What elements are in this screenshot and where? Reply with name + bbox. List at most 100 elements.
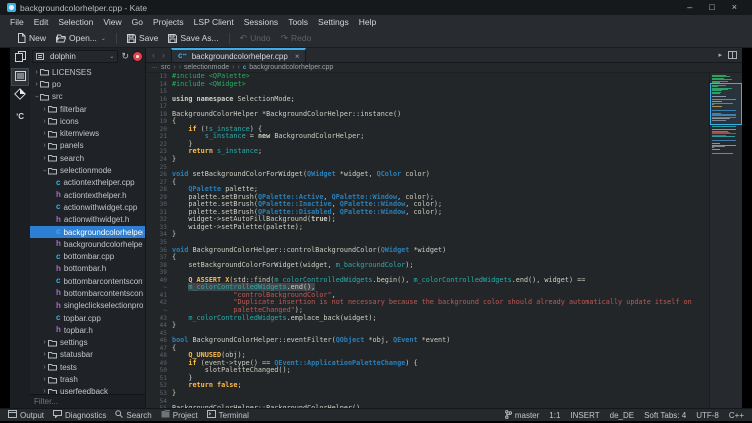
tree-item-selectionmode[interactable]: ›selectionmode (30, 164, 145, 176)
tree-item-bottombar-cpp[interactable]: cbottombar.cpp (30, 250, 145, 262)
tree-item-actiontexthelper-cpp[interactable]: cactiontexthelper.cpp (30, 177, 145, 189)
tree-item-settings[interactable]: ›settings (30, 337, 145, 349)
menu-lsp-client[interactable]: LSP Client (189, 17, 239, 27)
chevron-collapsed-icon[interactable]: › (41, 106, 48, 113)
tree-item-kitemviews[interactable]: ›kitemviews (30, 127, 145, 139)
tree-item-label: LICENSES (52, 68, 92, 77)
chevron-collapsed-icon[interactable]: › (33, 69, 40, 76)
minimap-viewport[interactable] (710, 83, 742, 125)
tree-item-tests[interactable]: ›tests (30, 361, 145, 373)
dock-button-filesystem[interactable] (12, 69, 28, 85)
menu-projects[interactable]: Projects (148, 17, 189, 27)
line-number: 44 (146, 322, 172, 330)
minimize-button[interactable]: – (687, 3, 692, 12)
tree-item-search[interactable]: ›search (30, 152, 145, 164)
stop-button[interactable] (132, 51, 143, 62)
filter-input[interactable] (30, 397, 145, 406)
tree-item-label: panels (60, 141, 84, 150)
chevron-collapsed-icon[interactable]: › (41, 155, 48, 162)
tree-item-backgroundcolorhelper-c[interactable]: cbackgroundcolorhelper.c... (30, 226, 145, 238)
tree-item-bottombarcontentscont[interactable]: cbottombarcontentscont... (30, 275, 145, 287)
breadcrumb-item-src[interactable]: src (161, 64, 170, 71)
breadcrumb-item-selectionmode[interactable]: selectionmode (184, 64, 229, 71)
tree-item-src[interactable]: ›src (30, 91, 145, 103)
chevron-collapsed-icon[interactable]: › (41, 142, 48, 149)
tree-item-bottombarcontentscont[interactable]: hbottombarcontentscont... (30, 287, 145, 299)
menu-selection[interactable]: Selection (53, 17, 98, 27)
dock-button-symbols[interactable]: ʼC (12, 107, 28, 123)
project-combobox[interactable]: dolphin ⌄ (32, 50, 118, 63)
breadcrumb-overflow-icon[interactable]: ⋯ (151, 64, 158, 72)
status-de-de[interactable]: de_DE (610, 411, 634, 420)
reload-project-button[interactable]: ↻ (121, 52, 129, 61)
tree-item-topbar-h[interactable]: htopbar.h (30, 324, 145, 336)
chevron-expanded-icon[interactable]: › (41, 167, 48, 174)
statusbar-output-button[interactable]: Output (8, 410, 44, 420)
tree-item-po[interactable]: ›po (30, 78, 145, 90)
tree-item-topbar-cpp[interactable]: ctopbar.cpp (30, 312, 145, 324)
chevron-collapsed-icon[interactable]: › (41, 376, 48, 383)
tree-item-licenses[interactable]: › LICENSES (30, 66, 145, 78)
new-document-icon (17, 33, 26, 43)
menu-file[interactable]: File (5, 17, 29, 27)
chevron-collapsed-icon[interactable]: › (41, 118, 48, 125)
tree-item-icons[interactable]: ›icons (30, 115, 145, 127)
tree-item-actiontexthelper-h[interactable]: hactiontexthelper.h (30, 189, 145, 201)
tree-item-userfeedback[interactable]: ›userfeedback (30, 386, 145, 394)
menu-view[interactable]: View (98, 17, 126, 27)
code-line: 23 return s_instance; (146, 148, 709, 156)
dock-button-projects[interactable] (12, 88, 28, 104)
menu-sessions[interactable]: Sessions (239, 17, 284, 27)
menu-edit[interactable]: Edit (29, 17, 54, 27)
menu-tools[interactable]: Tools (283, 17, 313, 27)
maximize-button[interactable]: □ (709, 3, 714, 12)
code-editor[interactable]: 13#include <QPalette>14#include <QWidget… (146, 73, 709, 408)
tree-item-actionwithwidget-cpp[interactable]: cactionwithwidget.cpp (30, 201, 145, 213)
statusbar-diagnostics-button[interactable]: Diagnostics (53, 410, 106, 420)
tree-item-singleclickselectionproxy[interactable]: hsingleclickselectionproxy... (30, 300, 145, 312)
menu-settings[interactable]: Settings (313, 17, 354, 27)
status-soft-tabs-4[interactable]: Soft Tabs: 4 (644, 411, 686, 420)
tree-item-bottombar-h[interactable]: hbottombar.h (30, 263, 145, 275)
tab-close-icon[interactable]: × (295, 52, 300, 61)
document-list-icon[interactable]: ▸ (718, 51, 722, 59)
chevron-collapsed-icon[interactable]: › (33, 81, 40, 88)
menu-help[interactable]: Help (354, 17, 381, 27)
nav-back-icon[interactable]: ‹ (152, 50, 155, 60)
status-utf-8[interactable]: UTF-8 (696, 411, 719, 420)
tree-item-statusbar[interactable]: ›statusbar (30, 349, 145, 361)
chevron-collapsed-icon[interactable]: › (41, 351, 48, 358)
save-button[interactable]: Save (122, 32, 163, 44)
cpp-file-icon: c⁺⁺ (178, 52, 186, 60)
menu-go[interactable]: Go (127, 17, 148, 27)
dock-button-documents[interactable] (12, 50, 28, 66)
tree-item-filterbar[interactable]: ›filterbar (30, 103, 145, 115)
tree-item-panels[interactable]: › panels (30, 140, 145, 152)
split-view-icon[interactable] (728, 46, 737, 64)
chevron-collapsed-icon[interactable]: › (41, 130, 48, 137)
status-insert[interactable]: INSERT (570, 411, 599, 420)
tree-item-trash[interactable]: ›trash (30, 373, 145, 385)
nav-forward-icon[interactable]: › (162, 50, 165, 60)
statusbar-project-button[interactable]: Project (161, 410, 198, 420)
chevron-collapsed-icon[interactable]: › (41, 364, 48, 371)
statusbar-search-button[interactable]: Search (115, 410, 151, 420)
breadcrumb-item-backgroundcolorhelper-cpp[interactable]: backgroundcolorhelper.cpp (249, 64, 333, 71)
chevron-expanded-icon[interactable]: › (33, 93, 40, 100)
tree-item-backgroundcolorhelper-h[interactable]: hbackgroundcolorhelper.h (30, 238, 145, 250)
status-1-1[interactable]: 1:1 (549, 411, 560, 420)
save-as-button[interactable]: Save As... (163, 32, 223, 44)
tab-backgroundcolorhelper[interactable]: c⁺⁺ backgroundcolorhelper.cpp × (171, 48, 306, 62)
new-button[interactable]: New (12, 32, 51, 44)
open-button[interactable]: Open...⌄ (51, 32, 111, 44)
tree-item-actionwithwidget-h[interactable]: hactionwithwidget.h (30, 214, 145, 226)
line-number: 52 (146, 382, 172, 390)
close-button[interactable]: × (732, 3, 737, 12)
statusbar-terminal-button[interactable]: Terminal (207, 410, 249, 420)
status-c[interactable]: C++ (729, 411, 744, 420)
chevron-collapsed-icon[interactable]: › (41, 339, 48, 346)
redo-button[interactable]: ↷Redo (275, 32, 316, 45)
minimap-scrollbar[interactable] (709, 73, 742, 408)
status-master[interactable]: master (505, 410, 539, 421)
undo-button[interactable]: ↶Undo (235, 32, 276, 45)
